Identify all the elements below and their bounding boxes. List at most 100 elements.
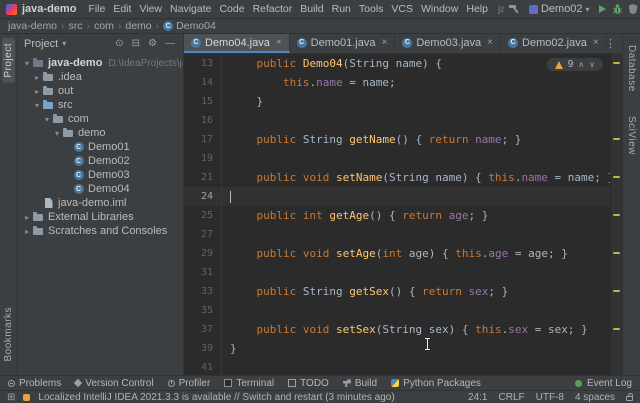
menu-item-help[interactable]: Help [462,3,492,15]
tree-item-demo01[interactable]: Demo01 [18,140,183,154]
next-warning-icon[interactable]: ∨ [589,60,595,69]
editor-tab[interactable]: Demo04.java× [184,34,290,53]
code-line[interactable]: 14 this.name = name; [184,73,610,92]
tool-window-button-problems[interactable]: Problems [8,378,61,389]
breadcrumb-item[interactable]: Demo04 [163,20,216,32]
tree-item-demo02[interactable]: Demo02 [18,154,183,168]
run-button[interactable] [599,5,606,13]
tool-button-bookmarks[interactable]: Bookmarks [2,302,15,367]
chevron-down-icon[interactable]: ▾ [32,101,42,110]
menu-item-code[interactable]: Code [215,3,248,15]
code-line[interactable]: 24 [184,187,610,206]
editor-lines[interactable]: 13 public Demo04(String name) {14 this.n… [184,54,610,375]
code-line[interactable]: 27 [184,225,610,244]
editor-tab[interactable]: Demo03.java× [395,34,501,53]
build-hammer-icon[interactable] [508,3,520,15]
tree-item-demo04[interactable]: Demo04 [18,182,183,196]
close-icon[interactable]: × [276,37,282,48]
code-line[interactable]: 17 public String getName() { return name… [184,130,610,149]
code-line[interactable]: 31 [184,263,610,282]
tool-window-button-profiler[interactable]: Profiler [168,378,211,389]
inspection-widget[interactable]: 9 ∧ ∨ [546,57,604,72]
coverage-icon[interactable] [629,4,638,14]
project-panel-title[interactable]: Project [24,38,58,50]
chevron-down-icon[interactable]: ▾ [52,129,62,138]
menu-item-window[interactable]: Window [417,3,462,15]
code-line[interactable]: 33 public String getSex() { return sex; … [184,282,610,301]
code-line[interactable]: 19 [184,149,610,168]
file-encoding[interactable]: UTF-8 [536,392,564,403]
lock-icon[interactable] [626,396,633,401]
code-line[interactable]: 37 public void setSex(String sex) { this… [184,320,610,339]
chevron-down-icon[interactable]: ▾ [22,59,32,68]
editor-tab[interactable]: Demo01.java× [290,34,396,53]
menu-item-navigate[interactable]: Navigate [166,3,215,15]
menu-item-edit[interactable]: Edit [109,3,135,15]
tree-item-scratches-and-consoles[interactable]: ▸Scratches and Consoles [18,224,183,238]
line-separator[interactable]: CRLF [499,392,525,403]
status-message[interactable]: Localized IntelliJ IDEA 2021.3.3 is avai… [38,392,394,403]
close-icon[interactable]: × [382,37,388,48]
chevron-down-icon[interactable]: ▾ [42,115,52,124]
code-line[interactable]: 35 [184,301,610,320]
tree-item-out[interactable]: ▸out [18,84,183,98]
tree-item-external-libraries[interactable]: ▸External Libraries [18,210,183,224]
tool-window-button-todo[interactable]: TODO [288,378,329,389]
close-icon[interactable]: × [593,37,599,48]
breadcrumb-item[interactable]: demo [125,20,151,32]
prev-warning-icon[interactable]: ∧ [578,60,584,69]
tool-window-button-terminal[interactable]: Terminal [224,378,274,389]
menu-item-file[interactable]: File [84,3,109,15]
tree-item-src[interactable]: ▾src [18,98,183,112]
menu-item-build[interactable]: Build [296,3,327,15]
code-line[interactable]: 39} [184,339,610,358]
debug-bug-icon[interactable] [612,3,623,15]
breadcrumb-item[interactable]: java-demo [8,20,57,32]
menu-item-tools[interactable]: Tools [355,3,388,15]
menu-item-refactor[interactable]: Refactor [249,3,297,15]
chevron-right-icon[interactable]: ▸ [32,87,42,96]
tree-item-java-demo[interactable]: ▾java-demoD:\IdeaProjects\java-demo [18,56,183,70]
code-line[interactable]: 41 [184,358,610,375]
tool-window-button-version-control[interactable]: Version Control [75,378,153,389]
breadcrumb-item[interactable]: com [94,20,114,32]
menu-item-run[interactable]: Run [328,3,355,15]
chevron-right-icon[interactable]: ▸ [32,73,42,82]
tool-button-project[interactable]: Project [2,38,15,83]
tool-button-sciview[interactable]: SciView [625,111,638,160]
event-log-button[interactable]: Event Log [575,378,632,389]
run-configuration-select[interactable]: Demo02 ▾ [526,2,593,16]
collapse-all-icon[interactable]: ⊟ [130,38,142,49]
indent-style[interactable]: 4 spaces [575,392,615,403]
menu-item-vcs[interactable]: VCS [387,3,417,15]
settings-gear-icon[interactable]: ⚙ [146,38,159,49]
token: void [303,323,336,336]
code-line[interactable]: 25 public int getAge() { return age; } [184,206,610,225]
hide-panel-icon[interactable]: — [163,38,177,49]
toolwindow-grid-icon[interactable]: ⊞ [7,392,15,403]
breadcrumb-label: src [69,20,83,32]
code-line[interactable]: 15 } [184,92,610,111]
editor-tab[interactable]: Demo02.java× [501,34,607,53]
tree-item-demo03[interactable]: Demo03 [18,168,183,182]
tree-item-demo[interactable]: ▾demo [18,126,183,140]
tree-item-com[interactable]: ▾com [18,112,183,126]
menu-item-view[interactable]: View [135,3,166,15]
code-line[interactable]: 21 public void setName(String name) { th… [184,168,610,187]
chevron-right-icon[interactable]: ▸ [22,213,32,222]
close-icon[interactable]: × [487,37,493,48]
chevron-right-icon[interactable]: ▸ [22,227,32,236]
tab-options-icon[interactable]: ⋮ [599,34,622,53]
tool-button-database[interactable]: Database [625,40,638,97]
tool-window-button-python-packages[interactable]: Python Packages [391,378,481,389]
tree-item--idea[interactable]: ▸.idea [18,70,183,84]
chevron-down-icon[interactable]: ▾ [62,39,66,48]
breadcrumb-item[interactable]: src [69,20,83,32]
tree-item-java-demo-iml[interactable]: java-demo.iml [18,196,183,210]
locate-file-icon[interactable]: ⊙ [113,38,125,49]
code-line[interactable]: 16 [184,111,610,130]
caret-position[interactable]: 24:1 [468,392,487,403]
error-stripe[interactable] [610,54,622,375]
tool-window-button-build[interactable]: Build [343,378,377,389]
code-line[interactable]: 29 public void setAge(int age) { this.ag… [184,244,610,263]
